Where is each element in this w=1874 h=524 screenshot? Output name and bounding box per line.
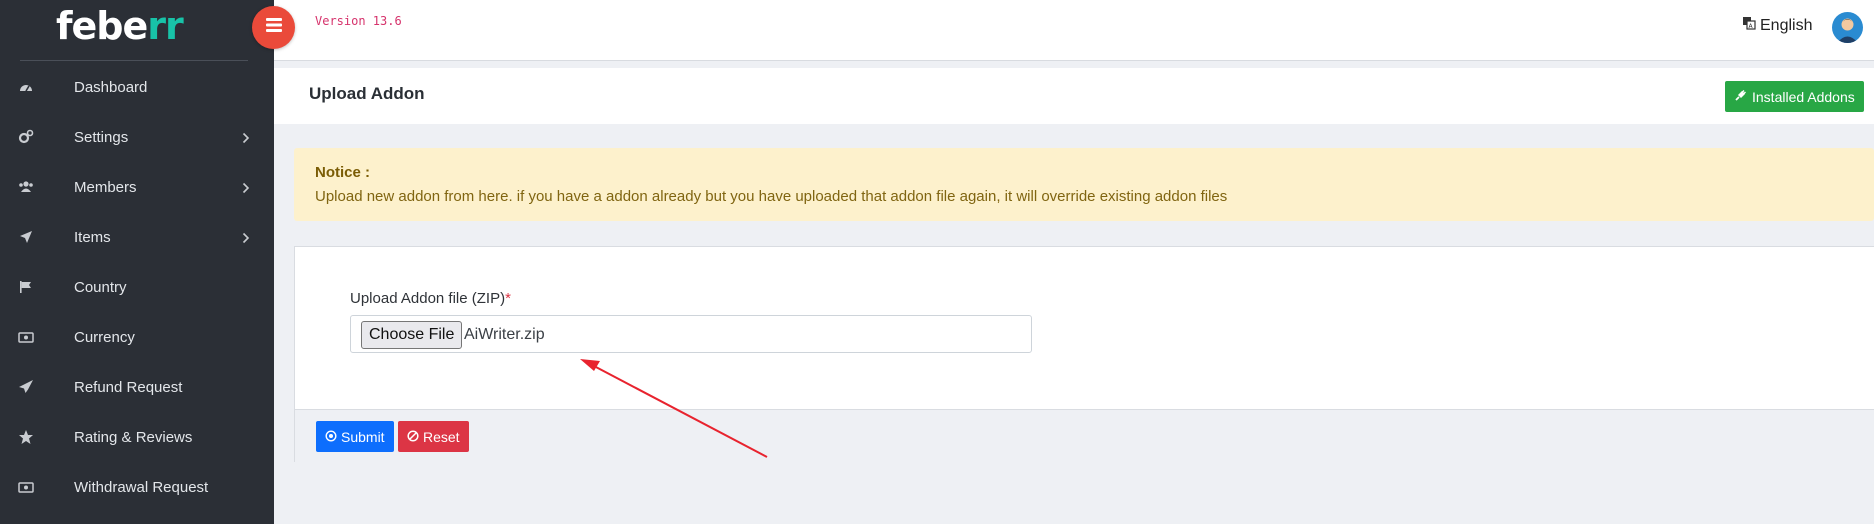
location-arrow-icon	[18, 229, 34, 245]
page-header: Upload Addon Installed Addons	[274, 68, 1874, 124]
ban-icon	[407, 429, 419, 445]
sidebar-item-items[interactable]: Items	[0, 212, 274, 262]
brand-logo[interactable]: feberr	[56, 4, 184, 48]
version-label: Version 13.6	[315, 14, 402, 28]
paper-plane-icon	[18, 379, 34, 395]
logo-text-part1: febe	[56, 4, 148, 48]
language-label: English	[1760, 16, 1813, 34]
users-icon	[18, 179, 34, 195]
sidebar-item-label: Members	[74, 178, 137, 196]
avatar[interactable]	[1832, 12, 1863, 43]
translate-icon: A	[1742, 16, 1756, 35]
upload-field-label: Upload Addon file (ZIP)*	[350, 290, 511, 307]
sidebar-item-label: Withdrawal Request	[74, 478, 209, 496]
sidebar-item-currency[interactable]: Currency	[0, 312, 274, 362]
notice-title: Notice :	[315, 164, 371, 181]
choose-file-button[interactable]: Choose File	[361, 321, 463, 349]
sidebar-item-label: Dashboard	[74, 78, 148, 96]
sidebar-item-refund-request[interactable]: Refund Request	[0, 362, 274, 412]
sidebar-item-country[interactable]: Country	[0, 262, 274, 312]
sidebar-item-settings[interactable]: Settings	[0, 112, 274, 162]
sidebar-item-rating-reviews[interactable]: Rating & Reviews	[0, 412, 274, 462]
top-bar: Version 13.6 A English	[274, 0, 1874, 61]
sidebar-item-label: Rating & Reviews	[74, 428, 193, 446]
dashboard-icon	[18, 79, 34, 95]
menu-icon	[265, 18, 282, 37]
chevron-right-icon	[242, 131, 250, 144]
plug-icon	[1734, 89, 1747, 105]
installed-addons-label: Installed Addons	[1752, 88, 1855, 105]
card-footer: Submit Reset	[295, 409, 1874, 462]
sidebar-item-label: Currency	[74, 328, 135, 346]
chevron-right-icon	[242, 231, 250, 244]
upload-card: Upload Addon file (ZIP)* Choose File AiW…	[294, 246, 1874, 462]
page-title: Upload Addon	[309, 84, 425, 103]
sidebar: feberr Dashboard Settings Members Items …	[0, 0, 274, 524]
selected-file-name: AiWriter.zip	[464, 326, 545, 343]
money-icon	[18, 329, 34, 345]
sidebar-menu: Dashboard Settings Members Items Country…	[0, 62, 274, 512]
installed-addons-button[interactable]: Installed Addons	[1725, 81, 1864, 112]
logo-text-part2: rr	[147, 4, 183, 48]
chevron-right-icon	[242, 181, 250, 194]
dot-circle-icon	[325, 429, 337, 445]
language-selector[interactable]: A English	[1742, 16, 1812, 35]
sidebar-divider	[20, 60, 248, 61]
star-icon	[18, 429, 34, 445]
sidebar-toggle-button[interactable]	[252, 6, 295, 49]
sidebar-item-label: Settings	[74, 128, 129, 146]
reset-label: Reset	[423, 428, 460, 445]
reset-button[interactable]: Reset	[398, 421, 469, 452]
flag-icon	[18, 279, 34, 295]
notice-alert: Notice : Upload new addon from here. if …	[294, 148, 1874, 221]
sidebar-item-withdrawal-request[interactable]: Withdrawal Request	[0, 462, 274, 512]
upload-field-label-text: Upload Addon file (ZIP)	[350, 290, 506, 307]
file-input[interactable]: Choose File AiWriter.zip	[350, 315, 1032, 353]
notice-text: Upload new addon from here. if you have …	[315, 188, 1228, 205]
sidebar-item-label: Refund Request	[74, 378, 183, 396]
required-mark: *	[505, 290, 511, 307]
submit-button[interactable]: Submit	[316, 421, 394, 452]
submit-label: Submit	[341, 428, 385, 445]
money-icon	[18, 479, 34, 495]
sidebar-item-label: Country	[74, 278, 127, 296]
sidebar-item-dashboard[interactable]: Dashboard	[0, 62, 274, 112]
sidebar-item-members[interactable]: Members	[0, 162, 274, 212]
gears-icon	[18, 129, 34, 145]
sidebar-item-label: Items	[74, 228, 111, 246]
